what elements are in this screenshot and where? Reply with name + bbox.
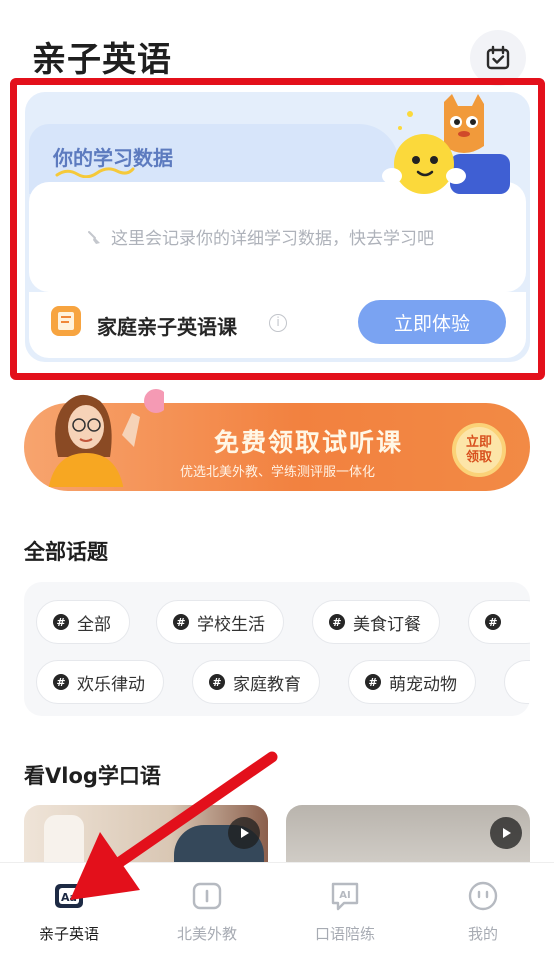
topic-chip-label: 美食订餐 <box>353 614 421 635</box>
teacher-illustration <box>48 389 164 487</box>
hash-icon: # <box>365 674 381 690</box>
tab-speaking-practice[interactable]: AI 口语陪练 <box>276 863 414 955</box>
topic-chip-label: 欢乐律动 <box>77 674 145 695</box>
topics-section-title: 全部话题 <box>24 540 108 564</box>
page-title: 亲子英语 <box>32 40 172 80</box>
topic-chip-partial[interactable] <box>504 660 530 704</box>
hash-icon: # <box>329 614 345 630</box>
topic-chip-family-education[interactable]: # 家庭教育 <box>192 660 320 704</box>
profile-icon <box>466 879 500 913</box>
topic-chip-food-ordering[interactable]: # 美食订餐 <box>312 600 440 644</box>
bottom-tab-bar: Aa 亲子英语 北美外教 AI 口语陪练 我的 <box>0 862 554 955</box>
tab-label: 口语陪练 <box>314 925 375 943</box>
highlight-box <box>10 78 545 380</box>
banner-title: 免费领取试听课 <box>214 428 404 457</box>
claim-now-line1: 立即 <box>465 435 492 450</box>
hash-icon: # <box>53 614 69 630</box>
hash-icon: # <box>485 614 501 630</box>
topic-chip-school-life[interactable]: # 学校生活 <box>156 600 284 644</box>
topics-card: # 全部 # 学校生活 # 美食订餐 # # 欢乐律动 # 家庭教育 # 萌宠动… <box>24 582 530 716</box>
tab-label: 亲子英语 <box>38 925 99 943</box>
play-icon[interactable] <box>228 817 260 849</box>
topic-chip-label: 萌宠动物 <box>389 674 457 695</box>
tab-label: 我的 <box>467 925 498 943</box>
tab-label: 北美外教 <box>176 925 237 943</box>
claim-now-button[interactable]: 立即 领取 <box>452 423 506 477</box>
banner-subtitle: 优选北美外教、学练测评服一体化 <box>180 465 376 480</box>
topic-chip-label: 家庭教育 <box>233 674 301 695</box>
tab-profile[interactable]: 我的 <box>414 863 552 955</box>
topic-chip-cute-pets[interactable]: # 萌宠动物 <box>348 660 476 704</box>
play-icon[interactable] <box>490 817 522 849</box>
topic-chip-label: 学校生活 <box>197 614 265 635</box>
topic-chip-all[interactable]: # 全部 <box>36 600 130 644</box>
free-trial-banner[interactable]: 免费领取试听课 优选北美外教、学练测评服一体化 立即 领取 <box>24 389 530 491</box>
vlog-section-title: 看Vlog学口语 <box>24 764 161 788</box>
calendar-check-icon <box>486 45 510 70</box>
aa-book-icon: Aa <box>52 879 86 913</box>
topic-chip-music-rhythm[interactable]: # 欢乐律动 <box>36 660 164 704</box>
claim-now-line2: 领取 <box>465 450 492 465</box>
topic-chip-label: 全部 <box>77 614 111 635</box>
svg-text:AI: AI <box>339 890 350 901</box>
teacher-icon <box>190 879 224 913</box>
tab-north-america-teacher[interactable]: 北美外教 <box>138 863 276 955</box>
topic-chip-partial[interactable]: # <box>468 600 530 644</box>
ai-chat-icon: AI <box>328 879 362 913</box>
tab-parent-child-english[interactable]: Aa 亲子英语 <box>0 863 138 955</box>
svg-text:Aa: Aa <box>61 891 77 904</box>
hash-icon: # <box>53 674 69 690</box>
hash-icon: # <box>173 614 189 630</box>
hash-icon: # <box>209 674 225 690</box>
